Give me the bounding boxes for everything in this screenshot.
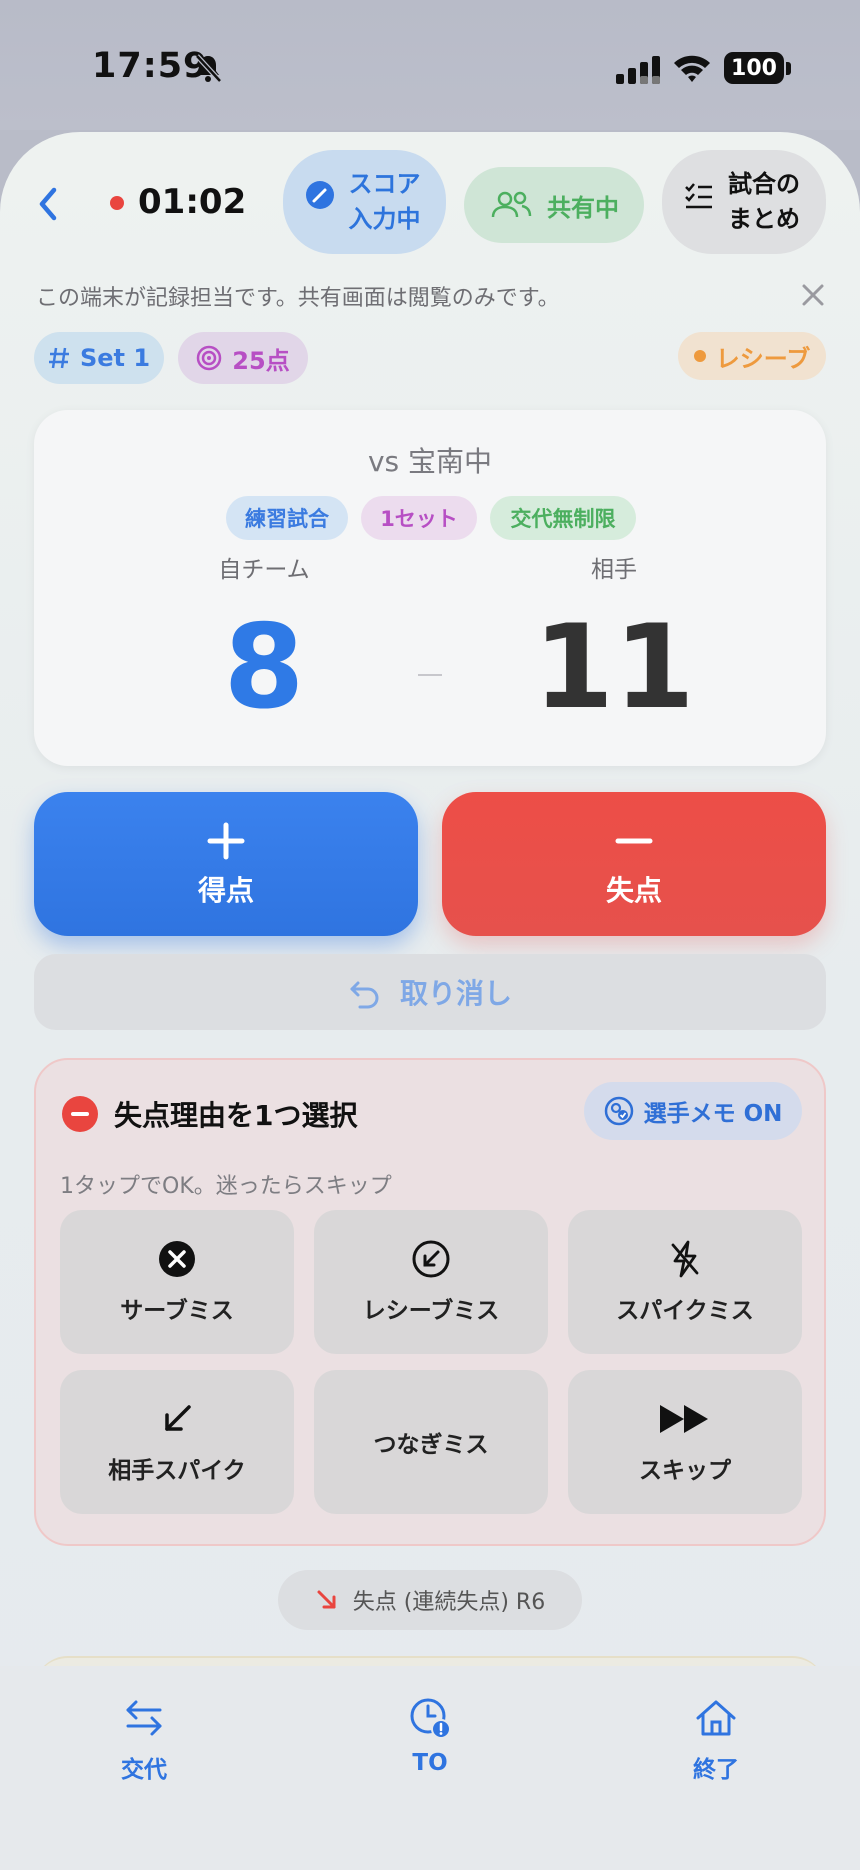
tab-substitution-label: 交代: [121, 1757, 167, 1783]
cellular-signal-icon: [616, 56, 660, 84]
tab-end[interactable]: 終了: [646, 1696, 786, 1784]
undo-label: 取り消し: [399, 977, 512, 1010]
tab-timeout[interactable]: TO: [360, 1696, 500, 1776]
score-point-label: 得点: [197, 874, 254, 907]
tab-substitution[interactable]: 交代: [74, 1696, 214, 1784]
losing-streak-indicator: 失点 (連続失点) R6: [278, 1570, 582, 1630]
recording-dot: [110, 196, 124, 210]
set-count-badge: 1セット: [361, 496, 477, 540]
reason-opponent-spike[interactable]: 相手スパイク: [60, 1370, 294, 1514]
wifi-icon: [674, 55, 710, 82]
reason-skip[interactable]: スキップ: [568, 1370, 802, 1514]
bolt-slash-icon: [671, 1240, 699, 1278]
away-score: 11: [533, 600, 695, 735]
hash-icon: [48, 347, 69, 369]
memo-people-icon: [604, 1096, 633, 1126]
score-input-label-1: スコア: [348, 170, 421, 199]
match-timer: 01:02: [138, 182, 247, 222]
player-memo-label: 選手メモ ON: [643, 1101, 783, 1127]
reason-serve-miss[interactable]: サーブミス: [60, 1210, 294, 1354]
back-chevron-icon[interactable]: [30, 180, 66, 228]
plus-icon: [207, 822, 245, 860]
bottom-tab-bar: 交代 TO 終了: [0, 1666, 860, 1870]
reason-label: つなぎミス: [373, 1432, 489, 1458]
recorder-info-text: この端末が記録担当です。共有画面は閲覧のみです。: [36, 286, 560, 311]
checklist-icon: [685, 183, 712, 209]
phase-label: レシーブ: [715, 344, 811, 373]
summary-label-2: まとめ: [728, 205, 800, 233]
match-sheet: 01:02 スコア 入力中 共有中 試合の まとめ この端末が記録担当です。共有…: [0, 132, 860, 1870]
undo-button[interactable]: 取り消し: [34, 954, 826, 1030]
status-time: 17:59: [92, 46, 209, 86]
player-memo-toggle[interactable]: 選手メモ ON: [584, 1082, 802, 1140]
close-icon[interactable]: [800, 282, 826, 308]
arrow-down-left-icon: [165, 1405, 191, 1431]
score-input-label-2: 入力中: [348, 205, 421, 233]
points-label: 25点: [232, 346, 290, 375]
reason-spike-miss[interactable]: スパイクミス: [568, 1210, 802, 1354]
x-circle-icon: [159, 1241, 195, 1277]
home-score: 8: [223, 600, 305, 735]
reason-label: サーブミス: [120, 1298, 234, 1324]
score-point-button[interactable]: 得点: [34, 792, 418, 936]
substitution-badge: 交代無制限: [490, 496, 636, 540]
score-divider: [418, 674, 442, 676]
swap-arrows-icon: [126, 1700, 162, 1736]
fast-forward-icon: [660, 1405, 708, 1433]
opponent-title: vs 宝南中: [367, 445, 493, 478]
losing-streak-label: 失点 (連続失点) R6: [352, 1590, 546, 1615]
loss-reason-hint: 1タップでOK。迷ったらスキップ: [60, 1174, 392, 1199]
match-type-badge: 練習試合: [226, 496, 348, 540]
loss-reason-title: 失点理由を1つ選択: [114, 1099, 358, 1132]
reason-connect-miss[interactable]: つなぎミス: [314, 1370, 548, 1514]
pencil-circle-icon: [306, 181, 334, 209]
score-input-button[interactable]: スコア 入力中: [283, 150, 446, 254]
tab-timeout-label: TO: [412, 1750, 448, 1776]
set-tag: Set 1: [34, 332, 164, 384]
reason-label: スキップ: [639, 1458, 731, 1484]
home-team-label: 自チーム: [218, 557, 310, 583]
sharing-label: 共有中: [547, 193, 619, 222]
minus-circle-icon: [62, 1096, 98, 1132]
reason-receive-miss[interactable]: レシーブミス: [314, 1210, 548, 1354]
clock-alert-icon: [410, 1698, 451, 1739]
status-bar: 17:59 100: [0, 0, 860, 130]
score-card: vs 宝南中 練習試合 1セット 交代無制限 自チーム 相手 8 11: [34, 410, 826, 766]
battery-indicator: 100: [724, 52, 784, 84]
phase-dot: [693, 350, 706, 362]
points-tag: 25点: [178, 332, 308, 384]
phase-tag: レシーブ: [678, 332, 826, 380]
tab-end-label: 終了: [693, 1757, 739, 1783]
loss-reason-panel: 失点理由を1つ選択 選手メモ ON 1タップでOK。迷ったらスキップ サーブミス: [34, 1058, 826, 1546]
arrow-down-right-icon: [317, 1590, 336, 1609]
bell-muted-icon: [195, 54, 222, 83]
reason-label: レシーブミス: [362, 1298, 500, 1324]
reason-label: 相手スパイク: [108, 1458, 246, 1484]
arrow-down-left-circle-icon: [412, 1240, 450, 1278]
target-icon: [197, 345, 222, 371]
battery-nub: [786, 62, 791, 75]
lose-point-label: 失点: [605, 874, 662, 907]
away-team-label: 相手: [591, 557, 637, 583]
undo-arrow-icon: [350, 981, 379, 1009]
match-summary-button[interactable]: 試合の まとめ: [662, 150, 826, 254]
sharing-button[interactable]: 共有中: [464, 167, 644, 243]
summary-label-1: 試合の: [728, 170, 800, 199]
home-icon: [696, 1700, 736, 1736]
reason-label: スパイクミス: [616, 1298, 754, 1324]
lose-point-button[interactable]: 失点: [442, 792, 826, 936]
set-label: Set 1: [79, 344, 151, 372]
minus-icon: [615, 838, 653, 844]
people-icon: [491, 191, 532, 218]
